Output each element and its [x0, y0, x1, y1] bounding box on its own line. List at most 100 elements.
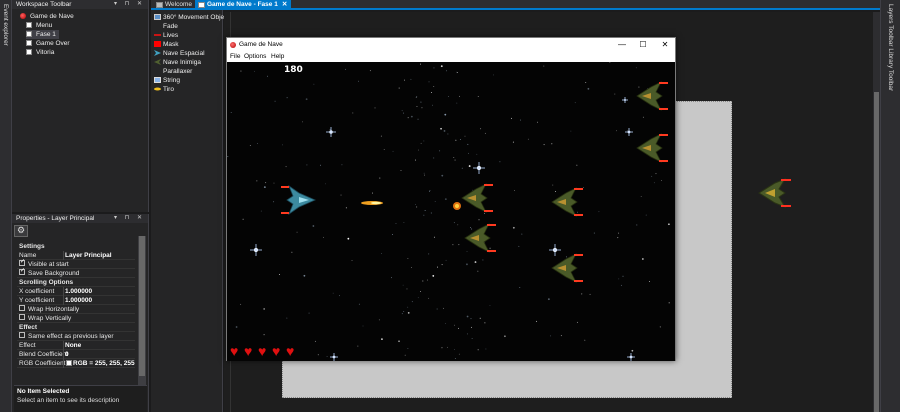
object-360-movement[interactable]: 360° Movement Object: [154, 13, 229, 22]
tree-item-game-de-nave[interactable]: Game de Nave: [20, 12, 74, 21]
same-effect-checkbox[interactable]: [19, 332, 25, 339]
description-text: Select an item to see its description: [17, 397, 120, 404]
fireball-icon: [453, 202, 461, 210]
parallax-icon: [154, 68, 161, 74]
save-background-checkbox[interactable]: [19, 267, 25, 276]
panel-controls[interactable]: ▾ ⊓ ✕: [114, 214, 145, 223]
properties-scrollbar[interactable]: [138, 236, 146, 386]
event-explorer-strip[interactable]: Event explorer: [0, 0, 12, 412]
object-nave-inimiga[interactable]: Nave Inimiga: [154, 58, 201, 67]
prop-wrap-v-row[interactable]: Wrap Vertically: [17, 314, 135, 323]
frame-icon: [26, 40, 32, 47]
object-fade[interactable]: Fade: [154, 22, 178, 31]
panel-controls[interactable]: ▾ ⊓ ✕: [114, 0, 145, 9]
ship-icon: [154, 50, 161, 57]
tree-item-label: Menu: [36, 22, 53, 29]
prop-save-bg-row[interactable]: Save Background: [17, 267, 135, 278]
object-nave-espacial[interactable]: Nave Espacial: [154, 49, 205, 58]
tree-item-label: Vitoria: [36, 49, 55, 56]
game-window[interactable]: Game de Nave — ☐ ✕ File Options Help 180…: [226, 37, 676, 361]
star-sparkle-icon: [473, 162, 485, 174]
score-counter: 180: [284, 65, 303, 75]
visible-checkbox[interactable]: [19, 258, 25, 267]
star-sparkle-icon: [330, 353, 338, 361]
lives-icon: [154, 34, 161, 37]
heart-icon: ♥: [272, 343, 281, 359]
gear-icon[interactable]: [14, 225, 28, 237]
prop-same-effect-row[interactable]: Same effect as previous layer: [17, 332, 135, 341]
workspace-panel: Workspace Toolbar ▾ ⊓ ✕ Game de Nave Men…: [12, 0, 149, 212]
object-string[interactable]: String: [154, 76, 180, 85]
object-tiro[interactable]: Tiro: [154, 85, 174, 94]
right-toolbar-label[interactable]: Layers Toolbar Library Toolbar: [887, 4, 894, 91]
prop-effect-row[interactable]: Effect None: [17, 341, 135, 350]
close-button[interactable]: ✕: [654, 38, 676, 52]
object-list-panel: 360° Movement Object Fade Lives Mask Nav…: [151, 10, 229, 412]
object-lives[interactable]: Lives: [154, 31, 178, 40]
event-explorer-label[interactable]: Event explorer: [2, 4, 9, 46]
scrollbar-thumb[interactable]: [874, 92, 879, 412]
starfield: [227, 62, 670, 361]
game-viewport[interactable]: 180 ♥ ♥ ♥ ♥ ♥: [227, 62, 675, 361]
editor-vertical-scrollbar[interactable]: [873, 12, 880, 412]
prop-blend-row[interactable]: Blend Coefficient 0: [17, 350, 135, 359]
prop-x-coef-row[interactable]: X coefficient 1.000000: [17, 287, 135, 296]
prop-name-row[interactable]: Name Layer Principal: [17, 251, 135, 260]
tree-item-menu[interactable]: Menu: [26, 21, 52, 30]
minimize-button[interactable]: —: [611, 38, 633, 52]
enemy-icon: [154, 59, 161, 66]
close-icon[interactable]: ✕: [282, 1, 287, 8]
tab-welcome[interactable]: Welcome: [153, 0, 192, 10]
workspace-title-bar: Workspace Toolbar ▾ ⊓ ✕: [12, 0, 148, 9]
object-mask[interactable]: Mask: [154, 40, 179, 49]
movement-icon: [154, 14, 161, 21]
app-icon: [20, 13, 26, 20]
menu-options[interactable]: Options: [244, 52, 266, 62]
heart-icon: ♥: [244, 343, 253, 359]
game-menubar: File Options Help: [227, 52, 675, 62]
enemy-ship-icon: [461, 183, 493, 213]
heart-icon: ♥: [230, 343, 239, 359]
prop-visible-row[interactable]: Visible at start: [17, 258, 135, 269]
prop-y-coef-row[interactable]: Y coefficient 1.000000: [17, 296, 135, 305]
tree-item-game-over[interactable]: Game Over: [26, 39, 70, 48]
prop-wrap-h-row[interactable]: Wrap Horizontally: [17, 305, 135, 314]
scrolling-section: Scrolling Options: [17, 278, 135, 287]
description-box: No Item Selected Select an item to see i…: [14, 385, 147, 412]
star-sparkle-icon: [250, 244, 262, 256]
right-toolbar-strip[interactable]: Layers Toolbar Library Toolbar: [880, 0, 900, 412]
tree-item-vitoria[interactable]: Vitoria: [26, 48, 54, 57]
menu-file[interactable]: File: [230, 52, 240, 62]
enemy-ship-icon[interactable]: [755, 175, 791, 211]
player-ship-icon: [281, 184, 316, 216]
tree-item-fase-1[interactable]: Fase 1: [26, 30, 59, 39]
mask-icon: [154, 41, 161, 48]
enemy-ship-icon: [551, 187, 583, 217]
frame-icon: [26, 22, 32, 29]
frame-icon: [26, 49, 32, 56]
object-parallaxer[interactable]: Parallaxer: [154, 67, 192, 76]
star-sparkle-icon: [625, 128, 633, 136]
page-icon: [156, 2, 163, 8]
frame-icon: [26, 31, 32, 38]
fade-icon: [154, 23, 161, 29]
menu-help[interactable]: Help: [271, 52, 284, 62]
star-sparkle-icon: [622, 97, 628, 103]
tab-fase-1[interactable]: Game de Nave - Fase 1 ✕: [195, 0, 292, 10]
string-icon: [154, 77, 161, 84]
prop-rgb-row[interactable]: RGB Coefficient RGB = 255, 255, 255: [17, 359, 135, 368]
wrap-horizontal-checkbox[interactable]: [19, 305, 25, 312]
maximize-button[interactable]: ☐: [632, 38, 654, 52]
color-swatch[interactable]: [66, 360, 72, 366]
properties-panel: Properties - Layer Principal ▾ ⊓ ✕ Setti…: [12, 214, 149, 412]
properties-title-bar: Properties - Layer Principal ▾ ⊓ ✕: [12, 214, 148, 223]
scrollbar-thumb[interactable]: [139, 236, 145, 376]
heart-icon: ♥: [258, 343, 267, 359]
tree-item-label: Game Over: [36, 40, 70, 47]
frame-icon: [198, 2, 205, 8]
document-tabs: Welcome Game de Nave - Fase 1 ✕: [151, 0, 880, 10]
game-window-titlebar[interactable]: Game de Nave — ☐ ✕: [227, 38, 675, 52]
enemy-ship-icon: [636, 81, 668, 111]
app-icon: [230, 42, 236, 48]
wrap-vertical-checkbox[interactable]: [19, 314, 25, 321]
